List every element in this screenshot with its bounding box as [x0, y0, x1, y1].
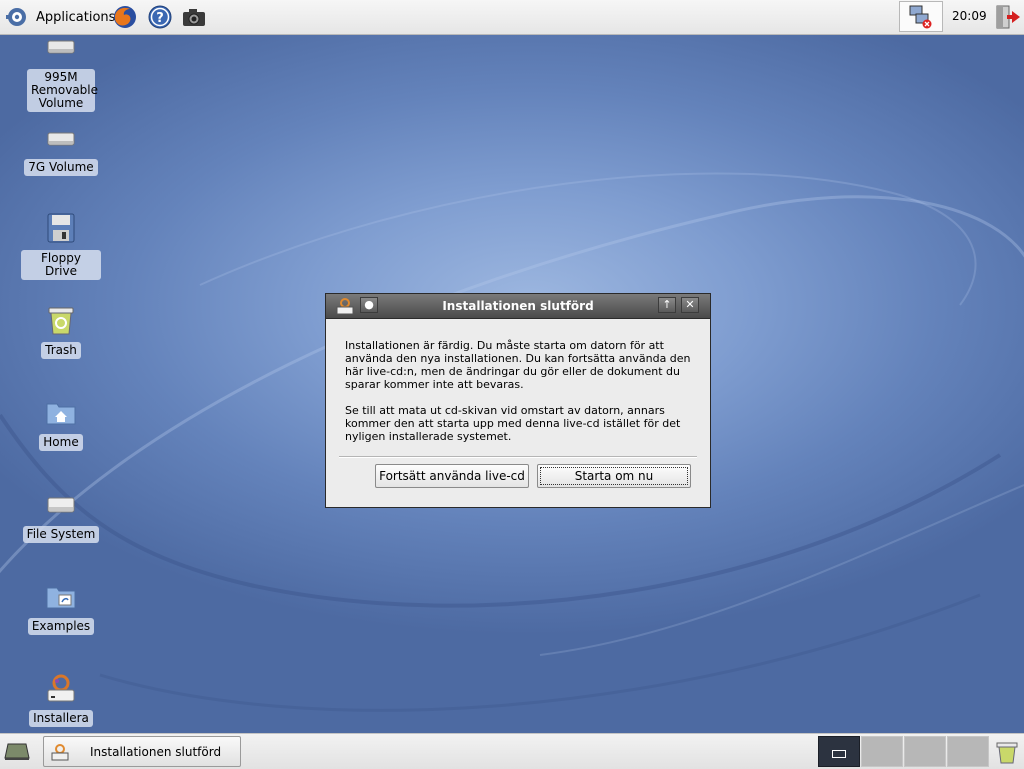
- desktop-icon-7g-volume[interactable]: 7G Volume: [21, 121, 101, 176]
- restart-now-button[interactable]: Starta om nu: [537, 464, 691, 488]
- window-maximize-button[interactable]: ↑: [658, 297, 676, 313]
- network-disconnected-icon: [909, 5, 932, 29]
- dialog-titlebar[interactable]: ● Installationen slutförd ↑ ✕: [326, 294, 710, 319]
- trash-applet[interactable]: [995, 740, 1019, 764]
- desktop-icon-label: Installera: [29, 710, 93, 727]
- workspace-4[interactable]: [947, 736, 989, 767]
- desktop-icon-label: Examples: [27, 618, 95, 635]
- continue-live-cd-button[interactable]: Fortsätt använda live-cd: [375, 464, 529, 488]
- desktop-icon-label: File System: [22, 526, 100, 543]
- help-icon: ?: [148, 5, 172, 29]
- show-desktop-icon: [4, 743, 30, 760]
- drive-icon: [47, 40, 75, 54]
- installer-icon: [47, 674, 75, 702]
- camera-icon: [183, 9, 205, 26]
- svg-text:?: ?: [156, 11, 164, 26]
- desktop-icon-label: 7G Volume: [24, 159, 98, 176]
- applications-menu-label: Applications: [36, 9, 116, 25]
- dialog-separator: [339, 456, 697, 458]
- trash-icon: [996, 742, 1018, 764]
- help-launcher[interactable]: ?: [147, 4, 173, 30]
- bottom-panel: Installationen slutförd: [0, 733, 1024, 769]
- logout-button[interactable]: [994, 4, 1020, 30]
- drive-icon: [47, 132, 75, 146]
- trash-icon: [48, 307, 74, 335]
- desktop-icon-label: Home: [39, 434, 83, 451]
- dialog-message: Installationen är färdig. Du måste start…: [345, 339, 700, 456]
- home-folder-icon: [46, 403, 76, 425]
- logout-icon: [996, 5, 1020, 29]
- clock[interactable]: 20:09: [952, 9, 987, 23]
- window-close-button[interactable]: ✕: [681, 297, 699, 313]
- taskbar-button-label: Installationen slutförd: [90, 745, 222, 759]
- taskbar-button-installer[interactable]: Installationen slutförd: [43, 736, 241, 767]
- desktop-icon-home[interactable]: Home: [21, 396, 101, 451]
- desktop-icon-examples[interactable]: Examples: [21, 580, 101, 635]
- firefox-launcher[interactable]: [112, 4, 138, 30]
- installation-complete-dialog: ● Installationen slutförd ↑ ✕ Installati…: [325, 293, 711, 508]
- workspace-3[interactable]: [904, 736, 946, 767]
- dialog-title: Installationen slutförd: [442, 299, 594, 313]
- drive-icon: [47, 497, 75, 513]
- desktop-icon-removable-volume[interactable]: 995M Removable Volume: [21, 35, 101, 112]
- desktop-icon-label: Trash: [41, 342, 81, 359]
- firefox-icon: [114, 6, 136, 28]
- desktop-icon-label: Floppy Drive: [21, 250, 101, 280]
- show-desktop-button[interactable]: [4, 740, 30, 762]
- desktop-icon-file-system[interactable]: File System: [21, 488, 101, 543]
- desktop-icon-floppy[interactable]: Floppy Drive: [21, 212, 101, 280]
- applications-menu[interactable]: Applications: [4, 4, 115, 30]
- desktop-icon-installera[interactable]: Installera: [21, 672, 101, 727]
- top-panel: Applications ? 20:09: [0, 0, 1024, 35]
- message-paragraph: Se till att mata ut cd-skivan vid omstar…: [345, 404, 681, 443]
- screenshot-launcher[interactable]: [181, 4, 207, 30]
- installer-task-icon: [51, 744, 69, 761]
- desktop-icon-trash[interactable]: Trash: [21, 304, 101, 359]
- workspace-1[interactable]: [818, 736, 860, 767]
- network-status-tray[interactable]: [899, 1, 943, 32]
- folder-icon: [46, 587, 76, 609]
- desktop-icon-label: 995M Removable Volume: [27, 69, 98, 112]
- message-paragraph: Installationen är färdig. Du måste start…: [345, 339, 691, 391]
- xfce-mouse-icon: [6, 8, 26, 26]
- workspace-window-thumbnail: [832, 750, 846, 758]
- floppy-icon: [47, 213, 75, 243]
- workspace-2[interactable]: [861, 736, 903, 767]
